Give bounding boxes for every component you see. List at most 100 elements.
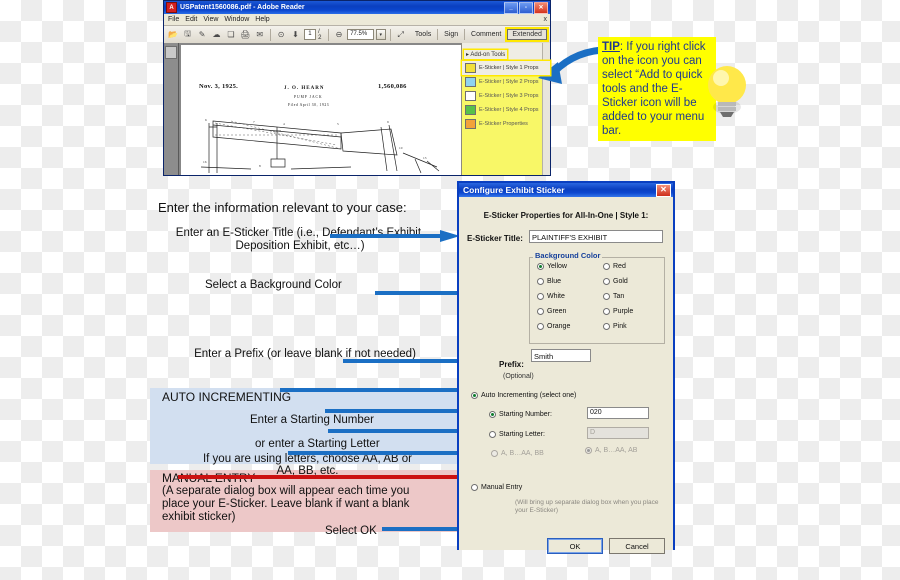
document-viewport[interactable]: Nov. 3, 1925. J. O. HEARN PUMP JACK File…: [179, 43, 461, 175]
reader-body: Nov. 3, 1925. J. O. HEARN PUMP JACK File…: [164, 43, 550, 175]
menu-file[interactable]: File: [168, 16, 179, 23]
page-number-input[interactable]: 1: [303, 29, 317, 40]
chevron-down-icon[interactable]: ▾: [375, 29, 386, 40]
patent-inventor: J. O. HEARN: [284, 86, 325, 91]
instruction-auto-header: AUTO INCREMENTING: [162, 390, 292, 404]
radio-green[interactable]: Green: [537, 308, 566, 315]
tip-label: TIP: [602, 41, 620, 53]
addon-item-label: E-Sticker | Style 1 Props: [479, 65, 539, 71]
background-color-group: [529, 257, 665, 344]
sign-icon[interactable]: ✎: [196, 28, 208, 42]
radio-tan[interactable]: Tan: [603, 293, 624, 300]
radio-auto-incrementing[interactable]: Auto Incrementing (select one): [471, 392, 576, 399]
radio-starting-number[interactable]: Starting Number:: [489, 411, 552, 418]
save-icon[interactable]: 🖫: [181, 28, 193, 42]
prefix-optional-label: (Optional): [503, 373, 534, 380]
addon-item-properties[interactable]: E-Sticker Properties: [462, 117, 550, 131]
radio-pink[interactable]: Pink: [603, 323, 627, 330]
page-thumbnails-icon[interactable]: [165, 46, 177, 59]
patent-number: 1,560,086: [378, 83, 407, 90]
addon-item-label: E-Sticker | Style 2 Props: [479, 79, 539, 85]
svg-text:6: 6: [205, 118, 207, 122]
svg-text:7: 7: [253, 120, 255, 124]
svg-text:13: 13: [423, 156, 427, 160]
radio-manual-entry[interactable]: Manual Entry: [471, 484, 522, 491]
radio-indicator: [603, 278, 610, 285]
radio-label: Pink: [613, 323, 627, 330]
addon-item-label: E-Sticker Properties: [479, 121, 528, 127]
comment-button[interactable]: Comment: [467, 31, 505, 38]
addon-item-style-4[interactable]: E-Sticker | Style 4 Props: [462, 103, 550, 117]
open-file-icon[interactable]: 📂: [167, 28, 179, 42]
navigation-rail: [164, 43, 179, 175]
menu-window[interactable]: Window: [224, 16, 249, 23]
toolbar-divider-4: [437, 29, 439, 40]
pdf-page: Nov. 3, 1925. J. O. HEARN PUMP JACK File…: [181, 45, 461, 175]
radio-label: Yellow: [547, 263, 567, 270]
cloud-icon[interactable]: ☁: [210, 28, 222, 42]
radio-letter-sequence-aaab[interactable]: A, B…AA, AB: [585, 447, 637, 454]
patent-filed-date: Filed April 30, 1923: [288, 103, 330, 107]
print-icon[interactable]: 🖨: [239, 28, 251, 42]
maximize-icon[interactable]: ▫: [519, 1, 533, 14]
minimize-icon[interactable]: _: [504, 1, 518, 14]
radio-purple[interactable]: Purple: [603, 308, 633, 315]
menu-view[interactable]: View: [203, 16, 218, 23]
extended-button[interactable]: Extended: [507, 29, 547, 40]
zoom-level-input[interactable]: 77.5%: [347, 29, 374, 40]
cancel-button[interactable]: Cancel: [609, 538, 665, 554]
radio-orange[interactable]: Orange: [537, 323, 570, 330]
menu-edit[interactable]: Edit: [185, 16, 197, 23]
tools-button[interactable]: Tools: [411, 31, 435, 38]
adobe-icon: A: [166, 2, 177, 13]
dialog-heading: E-Sticker Properties for All-In-One | St…: [483, 211, 649, 220]
zoom-out-icon[interactable]: ⊖: [333, 28, 345, 42]
radio-gold[interactable]: Gold: [603, 278, 628, 285]
radio-letter-sequence-aabb[interactable]: A, B…AA, BB: [491, 450, 544, 457]
radio-indicator: [489, 431, 496, 438]
reader-window-title: USPatent1560086.pdf - Adobe Reader: [180, 4, 305, 11]
radio-starting-letter[interactable]: Starting Letter:: [489, 431, 545, 438]
addon-item-style-1[interactable]: E-Sticker | Style 1 Props: [462, 61, 550, 75]
dialog-close-icon[interactable]: ✕: [656, 183, 671, 197]
background-color-legend: Background Color: [533, 251, 603, 260]
copy-icon[interactable]: ❏: [225, 28, 237, 42]
reader-toolbar: 📂 🖫 ✎ ☁ ❏ 🖨 ✉ ⊙ ⬇ 1 / 2 ⊖ 77.5% ▾ ⤢ Tool…: [164, 26, 550, 44]
addon-tools-label: Add-on Tools: [470, 52, 506, 58]
addon-item-style-2[interactable]: E-Sticker | Style 2 Props: [462, 75, 550, 89]
radio-indicator: [537, 293, 544, 300]
radio-indicator: [537, 323, 544, 330]
radio-red[interactable]: Red: [603, 263, 626, 270]
dialog-title-text: Configure Exhibit Sticker: [463, 185, 565, 195]
addon-tools-header[interactable]: ▸ Add-on Tools: [464, 50, 508, 59]
sticker-title-input[interactable]: PLAINTIFF'S EXHIBIT: [529, 230, 663, 243]
starting-number-input[interactable]: 020: [587, 407, 649, 419]
adobe-reader-window: A USPatent1560086.pdf - Adobe Reader _ ▫…: [163, 0, 551, 176]
ok-button[interactable]: OK: [547, 538, 603, 554]
radio-label: Starting Number:: [499, 411, 552, 418]
menu-help[interactable]: Help: [255, 16, 269, 23]
radio-yellow[interactable]: Yellow: [537, 263, 567, 270]
addon-tools-list: ▸ Add-on Tools E-Sticker | Style 1 Props…: [462, 43, 550, 131]
prefix-input[interactable]: Smith: [531, 349, 591, 362]
menubar-close-icon[interactable]: x: [544, 16, 548, 23]
lightbulb-icon: [708, 66, 746, 117]
tip-text: : If you right click on the icon you can…: [602, 41, 706, 137]
sticker-style-2-icon: [465, 77, 476, 87]
addon-item-style-3[interactable]: E-Sticker | Style 3 Props: [462, 89, 550, 103]
radio-blue[interactable]: Blue: [537, 278, 561, 285]
download-icon[interactable]: ⬇: [289, 28, 301, 42]
email-icon[interactable]: ✉: [254, 28, 266, 42]
rotate-icon[interactable]: ⊙: [275, 28, 287, 42]
radio-indicator: [491, 450, 498, 457]
close-icon[interactable]: ✕: [534, 1, 548, 14]
radio-indicator: [489, 411, 496, 418]
starting-letter-input[interactable]: D: [587, 427, 649, 439]
radio-label: Red: [613, 263, 626, 270]
sticker-style-3-icon: [465, 91, 476, 101]
toolbar-divider-5: [464, 29, 466, 40]
sign-button[interactable]: Sign: [440, 31, 462, 38]
select-tool-icon[interactable]: ⤢: [394, 28, 406, 42]
radio-white[interactable]: White: [537, 293, 565, 300]
radio-indicator: [603, 323, 610, 330]
